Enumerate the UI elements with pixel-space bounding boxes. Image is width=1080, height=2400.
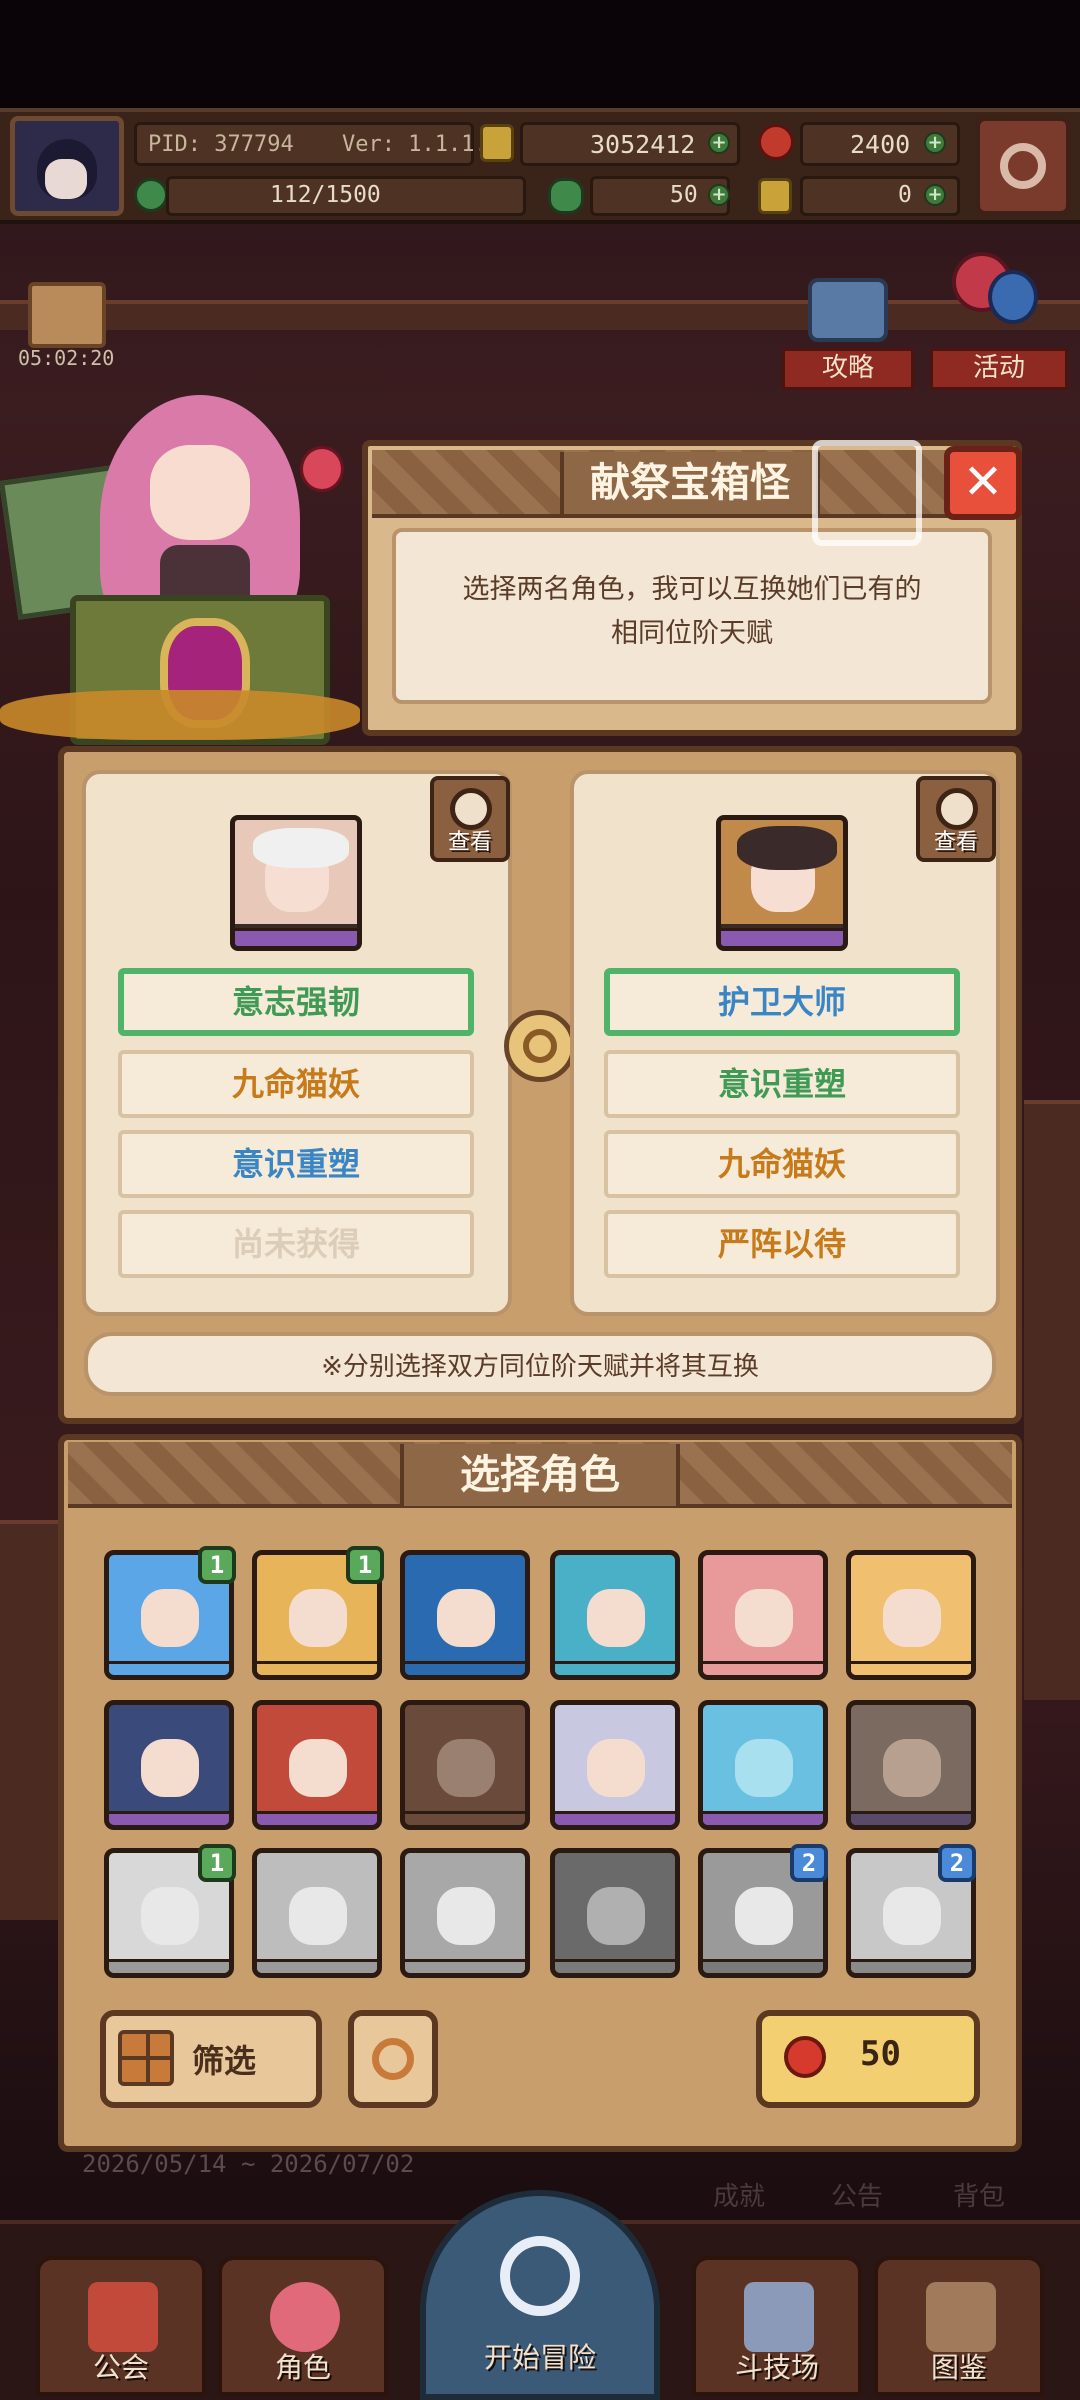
- exchange-cost-value: 50: [860, 2034, 901, 2074]
- gems-plus-icon[interactable]: +: [924, 132, 946, 154]
- nav-characters[interactable]: 角色: [218, 2256, 388, 2396]
- nav-codex-label: 图鉴: [930, 2351, 987, 2384]
- hero-badge: 1: [198, 1546, 236, 1584]
- right-talent-3[interactable]: 九命猫妖: [604, 1130, 960, 1198]
- settings-button[interactable]: [975, 116, 1071, 216]
- mimic-girl-face: [150, 445, 250, 540]
- filter-label: 筛选: [192, 2042, 257, 2080]
- refresh-icon: [372, 2038, 414, 2080]
- hero-slot[interactable]: [550, 1848, 680, 1978]
- gold-plus-icon[interactable]: +: [708, 132, 730, 154]
- left-talent-4: 尚未获得: [118, 1210, 474, 1278]
- balloon-blue-icon: [988, 270, 1038, 324]
- left-talent-2[interactable]: 九命猫妖: [118, 1050, 474, 1118]
- magnifier-icon: [500, 2236, 580, 2316]
- close-x-icon: ✕: [962, 454, 1004, 510]
- hero-slot[interactable]: [400, 1848, 530, 1978]
- red-orb-icon: [784, 2036, 826, 2078]
- left-view-button[interactable]: 查看: [430, 776, 510, 862]
- hero-slot[interactable]: [698, 1550, 828, 1680]
- hint-text: ※分别选择双方同位阶天赋并将其互换: [321, 1352, 759, 1382]
- clover-plus-icon[interactable]: +: [708, 184, 730, 206]
- left-character-portrait[interactable]: [230, 815, 362, 951]
- dialog-title: 献祭宝箱怪: [560, 452, 820, 514]
- notice-button[interactable]: 公告: [812, 2176, 902, 2213]
- left-view-label: 查看: [447, 830, 492, 855]
- refresh-button[interactable]: [348, 2010, 438, 2108]
- left-talent-1[interactable]: 意志强韧: [118, 968, 474, 1036]
- hero-slot[interactable]: [400, 1550, 530, 1680]
- right-talent-2[interactable]: 意识重塑: [604, 1050, 960, 1118]
- right-view-button[interactable]: 查看: [916, 776, 996, 862]
- player-avatar[interactable]: [10, 116, 124, 216]
- hero-slot[interactable]: [400, 1700, 530, 1830]
- clover-currency-icon: [548, 178, 584, 214]
- dialog-description: 选择两名角色，我可以互换她们已有的 相同位阶天赋: [400, 568, 984, 656]
- guild-icon: [88, 2282, 158, 2352]
- bag-button[interactable]: 背包: [934, 2176, 1024, 2213]
- pid-text: PID: 377794: [148, 132, 294, 157]
- character-icon: [270, 2282, 340, 2352]
- apple-icon: [300, 446, 344, 492]
- nav-guild[interactable]: 公会: [36, 2256, 206, 2396]
- hero-slot[interactable]: [698, 1700, 828, 1830]
- gold-value: 3052412: [590, 130, 696, 159]
- left-talent-3[interactable]: 意识重塑: [118, 1130, 474, 1198]
- bg-shelf: [0, 300, 1080, 330]
- dialog-description-line1: 选择两名角色，我可以互换她们已有的: [462, 574, 922, 605]
- dialog-description-line2: 相同位阶天赋: [611, 618, 773, 649]
- right-talent-1[interactable]: 护卫大师: [604, 968, 960, 1036]
- crossed-swords-icon: [744, 2282, 814, 2352]
- hero-slot[interactable]: [846, 1550, 976, 1680]
- nav-start-label: 开始冒险: [483, 2341, 596, 2374]
- close-button[interactable]: ✕: [944, 446, 1022, 520]
- nav-guild-label: 公会: [92, 2351, 149, 2384]
- chat-bubble-icon: [808, 278, 888, 342]
- nav-codex[interactable]: 图鉴: [874, 2256, 1044, 2396]
- gold-coins-pile: [0, 690, 360, 740]
- achievements-button[interactable]: 成就: [694, 2176, 784, 2213]
- bg-shelf-right: [1024, 1100, 1080, 1700]
- exp-value: 112/1500: [270, 182, 381, 208]
- hero-badge: 2: [790, 1844, 828, 1882]
- hero-badge: 1: [198, 1844, 236, 1882]
- clover-icon: [134, 178, 168, 212]
- gift-timer: 05:02:20: [18, 346, 115, 370]
- scroll-icon[interactable]: [480, 124, 514, 162]
- gems-value: 2400: [850, 130, 911, 159]
- event-button[interactable]: 活动: [930, 348, 1068, 390]
- settings-gear-icon: [1000, 143, 1046, 189]
- version-text: Ver: 1.1.1.3: [342, 132, 501, 157]
- bg-shelf-left: [0, 1520, 60, 1920]
- hero-slot[interactable]: [550, 1700, 680, 1830]
- hero-slot[interactable]: [252, 1848, 382, 1978]
- gift-box-icon[interactable]: [28, 282, 106, 348]
- keys-plus-icon[interactable]: +: [924, 184, 946, 206]
- nav-arena-label: 斗技场: [734, 2351, 819, 2384]
- ruby-icon: [758, 124, 794, 160]
- filter-grid-icon: [118, 2030, 174, 2086]
- hero-slot[interactable]: [104, 1700, 234, 1830]
- clover-value: 50: [670, 182, 698, 208]
- right-talent-4[interactable]: 严阵以待: [604, 1210, 960, 1278]
- hero-slot[interactable]: [550, 1550, 680, 1680]
- right-character-portrait[interactable]: [716, 815, 848, 951]
- hero-slot[interactable]: [846, 1700, 976, 1830]
- guide-button[interactable]: 攻略: [782, 348, 914, 390]
- nav-arena[interactable]: 斗技场: [692, 2256, 862, 2396]
- hero-badge: 1: [346, 1546, 384, 1584]
- select-title: 选择角色: [400, 1444, 680, 1506]
- nav-characters-label: 角色: [274, 2351, 331, 2384]
- keys-value: 0: [898, 182, 912, 208]
- key-icon: [758, 178, 792, 214]
- hero-badge: 2: [938, 1844, 976, 1882]
- focus-indicator: [812, 440, 922, 546]
- swap-arrow-icon: [504, 1010, 576, 1082]
- hero-slot[interactable]: [252, 1700, 382, 1830]
- right-view-label: 查看: [933, 830, 978, 855]
- event-date-range: 2026/05/14 ~ 2026/07/02: [82, 2150, 415, 2178]
- book-icon: [926, 2282, 996, 2352]
